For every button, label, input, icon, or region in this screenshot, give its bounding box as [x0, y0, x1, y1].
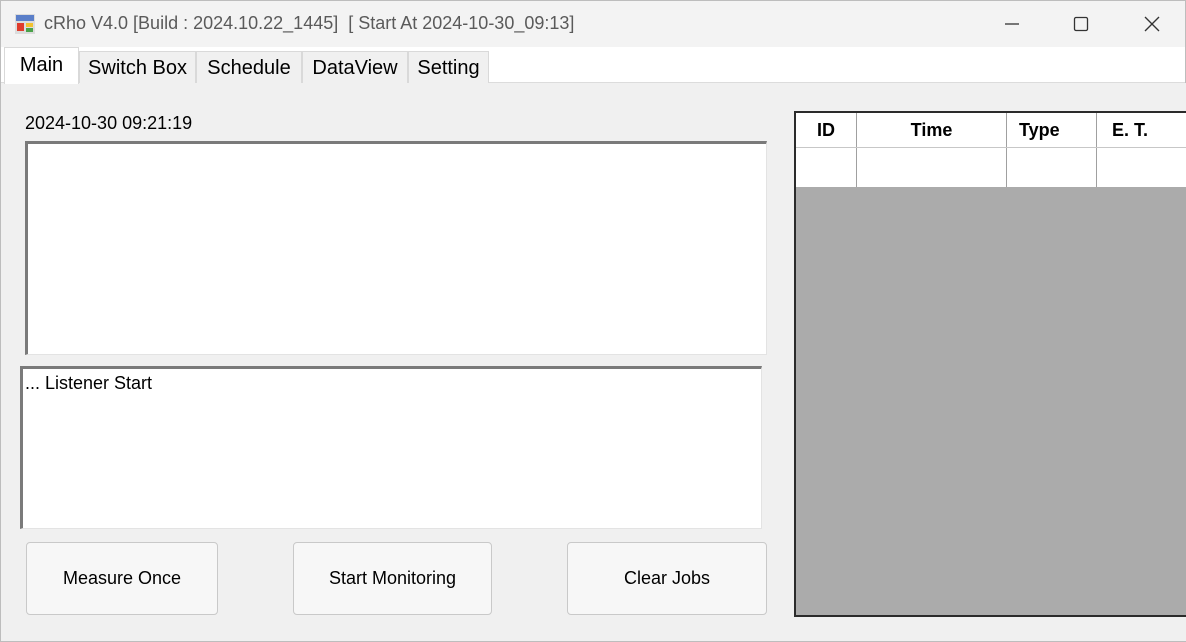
table-row[interactable] — [796, 148, 1186, 187]
title-bar[interactable]: cRho V4.0 [Build : 2024.10.22_1445] [ St… — [1, 1, 1185, 47]
log-line: ... Listener Start — [25, 373, 153, 393]
grid-header: ID Time Type E. T. — [796, 113, 1186, 148]
column-header-et[interactable]: E. T. — [1097, 113, 1186, 147]
jobs-grid[interactable]: ID Time Type E. T. — [794, 111, 1186, 617]
column-header-time[interactable]: Time — [857, 113, 1007, 147]
display-panel[interactable] — [25, 141, 767, 355]
tab-dataview[interactable]: DataView — [302, 51, 408, 83]
app-icon — [15, 14, 35, 34]
minimize-icon — [1005, 23, 1019, 25]
maximize-icon — [1073, 16, 1089, 32]
clear-jobs-button[interactable]: Clear Jobs — [567, 542, 767, 615]
column-header-id[interactable]: ID — [796, 113, 857, 147]
close-button[interactable] — [1117, 1, 1186, 47]
grid-cell-et[interactable] — [1097, 148, 1186, 187]
minimize-button[interactable] — [977, 1, 1047, 47]
tab-schedule[interactable]: Schedule — [196, 51, 302, 83]
measure-once-button[interactable]: Measure Once — [26, 542, 218, 615]
current-datetime: 2024-10-30 09:21:19 — [25, 113, 193, 133]
column-header-type[interactable]: Type — [1007, 113, 1097, 147]
tab-switch-box[interactable]: Switch Box — [79, 51, 196, 83]
tab-setting[interactable]: Setting — [408, 51, 489, 83]
grid-cell-time[interactable] — [857, 148, 1007, 187]
close-icon — [1144, 16, 1160, 32]
app-window: cRho V4.0 [Build : 2024.10.22_1445] [ St… — [0, 0, 1186, 642]
grid-cell-type[interactable] — [1007, 148, 1097, 187]
maximize-button[interactable] — [1046, 1, 1116, 47]
log-textbox[interactable]: ... Listener Start — [20, 366, 762, 529]
start-monitoring-button[interactable]: Start Monitoring — [293, 542, 492, 615]
window-title: cRho V4.0 [Build : 2024.10.22_1445] [ St… — [44, 13, 575, 33]
tab-main[interactable]: Main — [4, 47, 79, 84]
grid-cell-id[interactable] — [796, 148, 857, 187]
